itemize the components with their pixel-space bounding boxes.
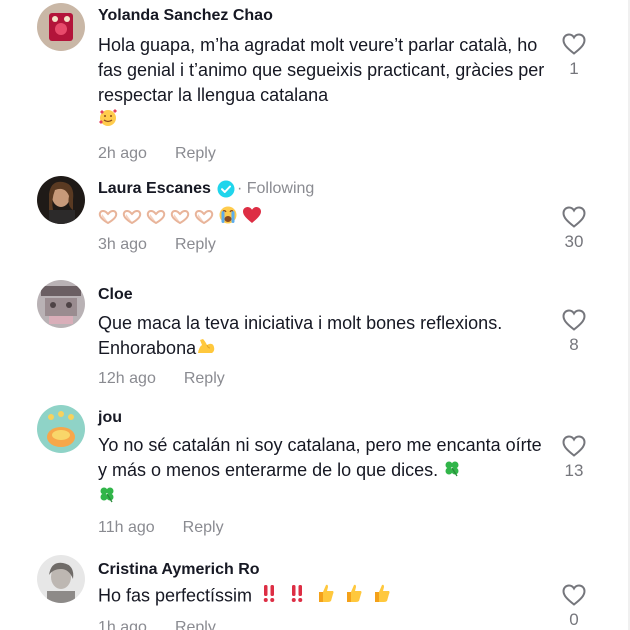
like-button[interactable]: 1 [555,33,593,79]
comment-text [98,205,548,229]
heart-hands-icon [194,206,214,231]
comment-text: Ho fas perfectíssim [98,583,548,610]
like-count: 30 [564,232,584,251]
avatar[interactable] [37,176,85,224]
four-leaf-clover-icon [98,485,116,510]
avatar[interactable] [37,3,85,51]
comment-author[interactable]: jou [98,408,548,428]
comment-timestamp: 1h ago [98,619,147,630]
comment-author[interactable]: Cloe [98,285,548,305]
avatar[interactable] [37,280,85,328]
comment-author[interactable]: Laura Escanes · Following [98,179,548,199]
heart-hands-icon [146,206,166,231]
red-heart-icon [242,206,262,231]
heart-outline-icon [562,33,586,55]
comment-text: Yo no sé catalán ni soy catalana, pero m… [98,433,548,510]
comment-timestamp: 12h ago [98,369,156,387]
like-count: 1 [569,59,579,78]
double-exclamation-icon [289,583,305,610]
reply-button[interactable]: Reply [175,145,216,162]
reply-button[interactable]: Reply [183,519,224,536]
comment-list: Yolanda Sanchez Chao Hola guapa, m’ha ag… [0,0,630,630]
comment-author[interactable]: Yolanda Sanchez Chao [98,6,548,26]
thumbs-up-icon [373,583,391,610]
heart-hands-icon [98,206,118,231]
reply-button[interactable]: Reply [184,370,225,387]
smiling-face-with-hearts-icon [98,108,118,135]
four-leaf-clover-icon [443,459,461,484]
comment-author[interactable]: Cristina Aymerich Ro [98,560,548,580]
like-button[interactable]: 30 [555,206,593,252]
verified-badge-icon [217,180,235,198]
comment-text: Hola guapa, m’ha agradat molt veure’t pa… [98,33,548,135]
avatar[interactable] [37,555,85,603]
reply-button[interactable]: Reply [175,619,216,630]
avatar[interactable] [37,405,85,453]
like-button[interactable]: 13 [555,435,593,481]
heart-hands-icon [122,206,142,231]
like-button[interactable]: 0 [555,584,593,630]
thumbs-up-icon [345,583,363,610]
comment-timestamp: 11h ago [98,518,155,536]
like-count: 13 [564,461,584,480]
flexed-biceps-icon [196,337,216,362]
heart-outline-icon [562,584,586,606]
like-button[interactable]: 8 [555,309,593,355]
following-label: · Following [236,180,315,197]
heart-outline-icon [562,435,586,457]
thumbs-up-icon [317,583,335,610]
comment-timestamp: 3h ago [98,236,147,253]
reply-button[interactable]: Reply [175,236,216,253]
like-count: 8 [569,335,579,354]
heart-hands-icon [170,206,190,231]
double-exclamation-icon [261,583,277,610]
crying-face-icon [218,205,238,232]
like-count: 0 [569,610,579,629]
comment-text: Que maca la teva iniciativa i molt bones… [98,311,548,362]
heart-outline-icon [562,206,586,228]
comment-timestamp: 2h ago [98,145,147,162]
heart-outline-icon [562,309,586,331]
